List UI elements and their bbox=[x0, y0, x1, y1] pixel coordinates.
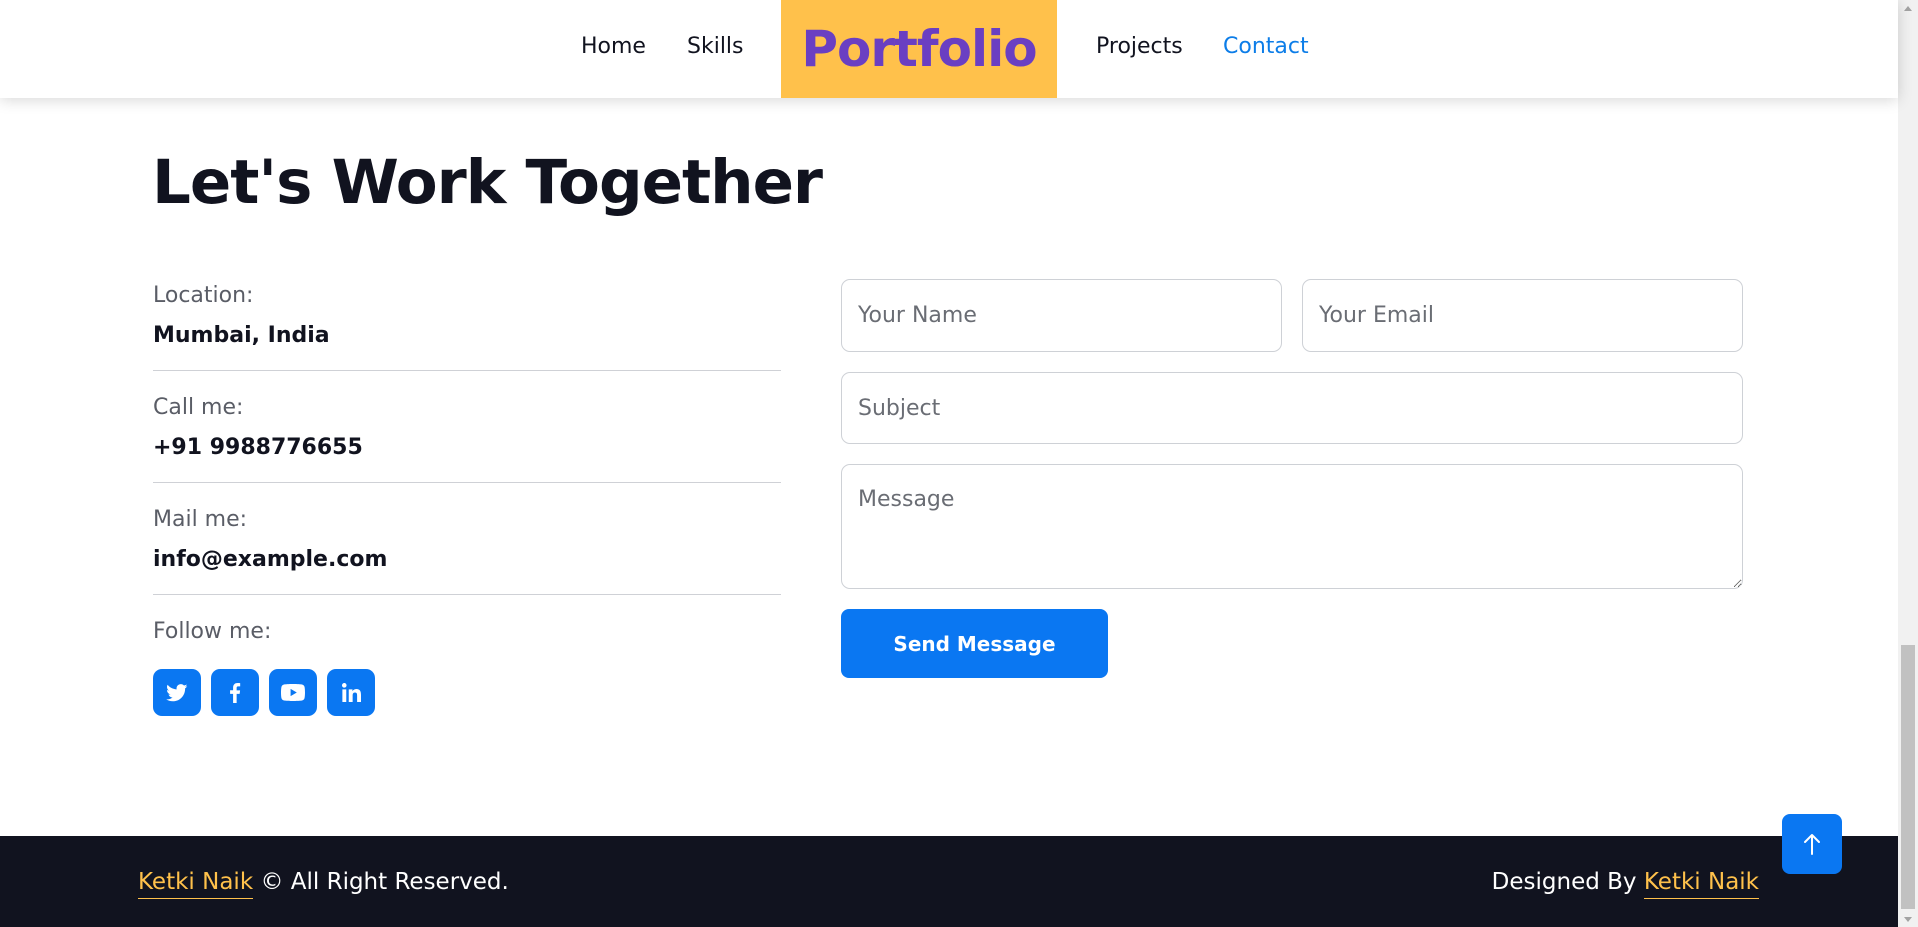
brand-logo[interactable]: Portfolio bbox=[781, 0, 1057, 98]
divider bbox=[153, 482, 781, 483]
nav-link-projects[interactable]: Projects bbox=[1096, 34, 1183, 60]
location-info: Location: Mumbai, India bbox=[153, 283, 781, 349]
message-textarea[interactable] bbox=[841, 464, 1743, 589]
designer-link[interactable]: Ketki Naik bbox=[1643, 869, 1759, 899]
copyright: Ketki Naik © All Right Reserved. bbox=[138, 868, 509, 899]
nav-link-skills[interactable]: Skills bbox=[687, 34, 744, 60]
navbar: Home Skills Portfolio Projects Contact bbox=[0, 0, 1898, 98]
divider bbox=[153, 370, 781, 371]
social-links bbox=[153, 669, 375, 716]
designed-by-label: Designed By bbox=[1491, 869, 1637, 895]
nav-link-contact[interactable]: Contact bbox=[1223, 34, 1309, 60]
email-input[interactable] bbox=[1302, 279, 1743, 352]
location-label: Location: bbox=[153, 283, 254, 308]
linkedin-icon bbox=[341, 683, 361, 702]
page-scrollbar[interactable] bbox=[1898, 0, 1918, 927]
scroll-down-arrow-icon[interactable] bbox=[1898, 911, 1918, 927]
designed-by: Designed By Ketki Naik bbox=[1491, 868, 1759, 899]
twitter-button[interactable] bbox=[153, 669, 201, 716]
mail-info: Mail me: info@example.com bbox=[153, 507, 781, 573]
back-to-top-button[interactable] bbox=[1782, 814, 1842, 874]
youtube-icon bbox=[281, 684, 305, 701]
twitter-icon bbox=[166, 683, 188, 701]
send-message-button[interactable]: Send Message bbox=[841, 609, 1108, 678]
name-input[interactable] bbox=[841, 279, 1282, 352]
section-title: Let's Work Together bbox=[152, 147, 823, 218]
divider bbox=[153, 594, 781, 595]
linkedin-button[interactable] bbox=[327, 669, 375, 716]
youtube-button[interactable] bbox=[269, 669, 317, 716]
call-label: Call me: bbox=[153, 395, 244, 420]
follow-label: Follow me: bbox=[153, 619, 272, 644]
subject-input[interactable] bbox=[841, 372, 1743, 444]
call-value: +91 9988776655 bbox=[153, 435, 363, 460]
scrollbar-thumb[interactable] bbox=[1901, 645, 1915, 909]
mail-value: info@example.com bbox=[153, 547, 388, 572]
location-value: Mumbai, India bbox=[153, 323, 330, 348]
scroll-up-arrow-icon[interactable] bbox=[1898, 0, 1918, 16]
call-info: Call me: +91 9988776655 bbox=[153, 395, 781, 461]
follow-info: Follow me: bbox=[153, 619, 781, 645]
facebook-icon bbox=[230, 682, 241, 703]
rights-text: © All Right Reserved. bbox=[260, 869, 509, 895]
facebook-button[interactable] bbox=[211, 669, 259, 716]
footer: Ketki Naik © All Right Reserved. Designe… bbox=[0, 836, 1898, 927]
owner-link[interactable]: Ketki Naik bbox=[138, 869, 254, 899]
mail-label: Mail me: bbox=[153, 507, 248, 532]
nav-link-home[interactable]: Home bbox=[581, 34, 646, 60]
arrow-up-icon bbox=[1804, 834, 1820, 855]
